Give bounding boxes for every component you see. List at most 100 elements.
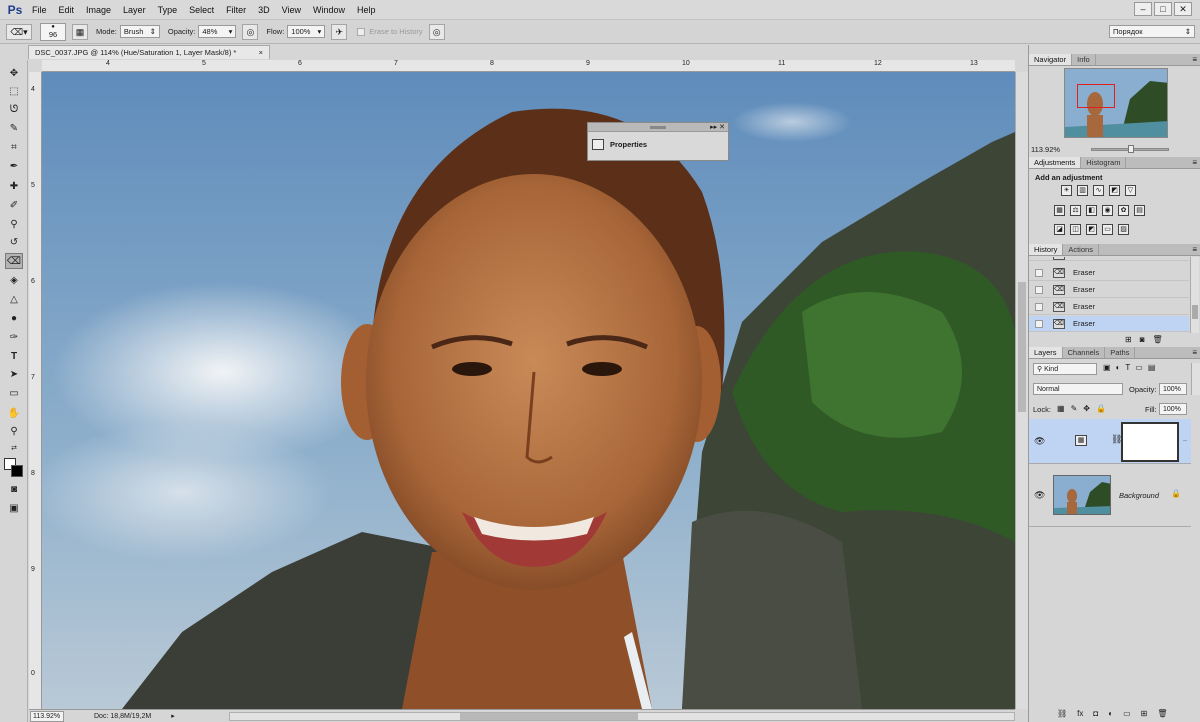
lock-pixels-icon[interactable]: ✎ [1071,404,1078,413]
history-item[interactable]: ⌫ Eraser [1029,282,1189,298]
layer-opacity-field[interactable]: 100% [1159,383,1187,395]
workspace-select[interactable]: Порядок ⇕ [1109,25,1195,38]
hue-saturation-icon[interactable]: ▦ [1054,205,1065,216]
snapshot-icon[interactable]: ◙ [1140,335,1145,344]
swap-colors-icon[interactable]: ⇄ [5,441,23,457]
selective-color-icon[interactable]: ▨ [1118,224,1129,235]
menu-type[interactable]: Type [152,0,184,20]
healing-tool-icon[interactable]: ✚ [5,179,23,195]
pen-tool-icon[interactable]: ✑ [5,330,23,346]
rectangle-tool-icon[interactable]: ▭ [5,386,23,402]
horizontal-scrollbar[interactable] [229,712,1015,721]
minimize-button[interactable]: – [1134,2,1152,16]
layer-row-hue-saturation[interactable]: 👁 ▦ ⛓ .. [1029,419,1191,464]
pixel-filter-icon[interactable]: ▣ [1103,363,1111,372]
history-checkbox[interactable] [1035,302,1043,311]
panel-menu-icon[interactable]: ≡ [1192,347,1197,358]
zoom-tool-icon[interactable]: ⚲ [5,424,23,440]
visibility-eye-icon[interactable]: 👁 [1034,436,1045,447]
tab-info[interactable]: Info [1072,54,1096,65]
tab-history[interactable]: History [1029,244,1064,255]
threshold-icon[interactable]: ◩ [1086,224,1097,235]
marquee-tool-icon[interactable]: ⬚ [5,84,23,100]
link-layers-icon[interactable]: ⛓ [1057,709,1067,718]
navigator-zoom[interactable]: 113.92% [1031,145,1060,154]
opacity-field[interactable]: 48% ▾ [198,25,237,38]
history-brush-tool-icon[interactable]: ↺ [5,235,23,251]
posterize-icon[interactable]: ◫ [1070,224,1081,235]
quick-mask-icon[interactable]: ◙ [5,482,23,498]
screen-mode-icon[interactable]: ▣ [5,501,23,517]
menu-window[interactable]: Window [307,0,351,20]
new-layer-icon[interactable]: ⊞ [1141,709,1148,718]
history-item-selected[interactable]: ⌫ Eraser [1029,316,1189,332]
invert-icon[interactable]: ◪ [1054,224,1065,235]
status-arrow-icon[interactable]: ▸ [171,712,175,720]
lock-position-icon[interactable]: ✥ [1083,404,1090,413]
new-group-icon[interactable]: ▭ [1123,709,1131,718]
pressure-opacity-icon[interactable]: ◎ [242,23,259,40]
levels-icon[interactable]: ▥ [1077,185,1088,196]
erase-to-history-checkbox[interactable] [357,27,366,36]
brush-tool-icon[interactable]: ✐ [5,198,23,214]
photo-filter-icon[interactable]: ◉ [1102,205,1113,216]
eraser-preset-icon[interactable]: ⌫▾ [6,23,32,40]
path-select-tool-icon[interactable]: ➤ [5,367,23,383]
menu-3d[interactable]: 3D [252,0,276,20]
brush-panel-icon[interactable]: ▦ [72,23,88,40]
maximize-button[interactable]: □ [1154,2,1172,16]
menu-image[interactable]: Image [80,0,117,20]
history-checkbox[interactable] [1035,319,1043,328]
layer-mask-thumbnail[interactable] [1121,422,1179,462]
blend-mode-select[interactable]: Normal [1033,383,1123,395]
crop-tool-icon[interactable]: ⌗ [5,140,23,156]
tab-channels[interactable]: Channels [1063,347,1106,358]
menu-select[interactable]: Select [183,0,220,20]
tab-navigator[interactable]: Navigator [1029,54,1073,65]
menu-view[interactable]: View [276,0,307,20]
color-lookup-icon[interactable]: ▤ [1134,205,1145,216]
airbrush-icon[interactable]: ✈ [331,23,348,40]
properties-panel-header[interactable]: ▸▸ ✕ [588,123,728,132]
close-tab-icon[interactable]: × [259,48,263,57]
history-scroll-thumb[interactable] [1192,305,1198,319]
panel-controls[interactable]: ▸▸ ✕ [710,123,725,132]
type-tool-icon[interactable]: T [5,349,23,365]
curves-icon[interactable]: ∿ [1093,185,1104,196]
history-item[interactable]: ⌫ Eraser [1029,299,1189,315]
zoom-field[interactable]: 113.92% [30,710,64,722]
menu-file[interactable]: File [26,0,53,20]
blur-tool-icon[interactable]: △ [5,292,23,308]
lasso-tool-icon[interactable]: ᘎ [5,102,23,118]
fill-field[interactable]: 100% [1159,403,1187,415]
history-item[interactable] [1029,257,1189,261]
mode-select[interactable]: Brush ⇕ [119,25,160,38]
vertical-scrollbar[interactable] [1015,72,1028,709]
add-mask-icon[interactable]: ◘ [1093,709,1098,718]
new-document-icon[interactable]: ⊞ [1125,335,1132,344]
lock-all-icon[interactable]: 🔒 [1096,404,1106,413]
background-color-swatch[interactable] [11,465,23,477]
drag-grip[interactable] [650,126,666,129]
dodge-tool-icon[interactable]: ● [5,311,23,327]
quick-select-tool-icon[interactable]: ✎ [5,121,23,137]
new-adjustment-icon[interactable]: ◐ [1108,709,1113,718]
stamp-tool-icon[interactable]: ⚲ [5,217,23,233]
tab-paths[interactable]: Paths [1105,347,1136,358]
brush-size-picker[interactable]: ● 96 [40,22,66,41]
tab-layers[interactable]: Layers [1029,347,1063,358]
history-checkbox[interactable] [1035,268,1043,277]
close-button[interactable]: ✕ [1174,2,1192,16]
tab-adjustments[interactable]: Adjustments [1029,157,1082,168]
trash-icon[interactable]: 🗑 [1153,335,1163,344]
horizontal-scroll-thumb[interactable] [460,713,638,720]
panel-menu-icon[interactable]: ≡ [1192,157,1197,168]
color-balance-icon[interactable]: ⚖ [1070,205,1081,216]
gradient-map-icon[interactable]: ▭ [1102,224,1113,235]
menu-filter[interactable]: Filter [220,0,252,20]
vibrance-icon[interactable]: ▽ [1125,185,1136,196]
document-canvas[interactable] [42,72,1015,709]
history-checkbox[interactable] [1035,285,1043,294]
history-scrollbar[interactable] [1190,257,1199,333]
eraser-tool-icon[interactable]: ⌫ [5,253,23,269]
